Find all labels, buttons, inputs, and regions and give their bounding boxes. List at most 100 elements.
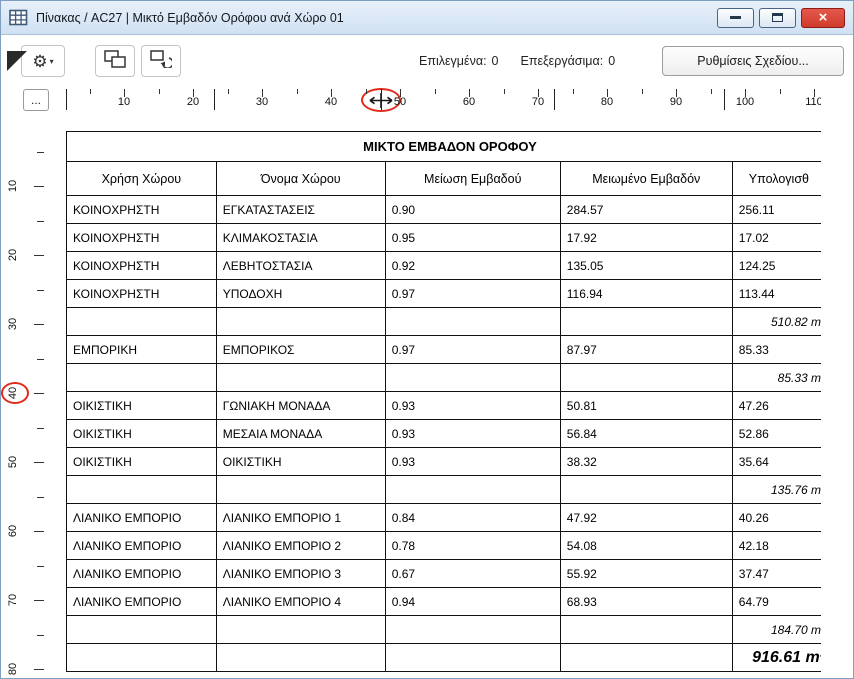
cell[interactable]: 85.33 xyxy=(732,336,821,364)
empty-cell xyxy=(67,308,217,336)
cell[interactable]: 64.79 xyxy=(732,588,821,616)
place-drawing-button[interactable] xyxy=(95,45,135,77)
cell[interactable]: 0.97 xyxy=(385,280,560,308)
frame-refresh-icon xyxy=(150,50,172,73)
cell[interactable]: 116.94 xyxy=(560,280,732,308)
cell[interactable]: 38.32 xyxy=(560,448,732,476)
ruler-tick xyxy=(34,393,44,394)
horizontal-ruler[interactable]: 102030405060708090100110 xyxy=(56,87,821,113)
cell[interactable]: 40.26 xyxy=(732,504,821,532)
cell[interactable]: 0.78 xyxy=(385,532,560,560)
cell[interactable]: 54.08 xyxy=(560,532,732,560)
cell[interactable]: ΚΟΙΝΟΧΡΗΣΤΗ xyxy=(67,224,217,252)
ruler-options-button[interactable]: ... xyxy=(23,89,49,111)
column-boundary-tick[interactable] xyxy=(66,89,67,110)
table-row: ΕΜΠΟΡΙΚΗΕΜΠΟΡΙΚΟΣ0.9787.9785.33 xyxy=(67,336,822,364)
cell[interactable]: ΟΙΚΙΣΤΙΚΗ xyxy=(216,448,385,476)
cell[interactable]: ΚΟΙΝΟΧΡΗΣΤΗ xyxy=(67,280,217,308)
cell[interactable]: ΕΜΠΟΡΙΚΗ xyxy=(67,336,217,364)
column-boundary-tick[interactable] xyxy=(554,89,555,110)
cell[interactable]: ΛΙΑΝΙΚΟ ΕΜΠΟΡΙΟ 3 xyxy=(216,560,385,588)
cell[interactable]: ΟΙΚΙΣΤΙΚΗ xyxy=(67,392,217,420)
cell[interactable]: 0.90 xyxy=(385,196,560,224)
cell[interactable]: 17.92 xyxy=(560,224,732,252)
column-header-reduction[interactable]: Μείωση Εμβαδού xyxy=(385,162,560,196)
cell[interactable]: 55.92 xyxy=(560,560,732,588)
cell[interactable]: 256.11 xyxy=(732,196,821,224)
cell[interactable]: 0.67 xyxy=(385,560,560,588)
cell[interactable]: 0.93 xyxy=(385,392,560,420)
ruler-label: 90 xyxy=(670,96,682,108)
ruler-tick xyxy=(37,497,44,498)
table-row: ΛΙΑΝΙΚΟ ΕΜΠΟΡΙΟΛΙΑΝΙΚΟ ΕΜΠΟΡΙΟ 40.9468.9… xyxy=(67,588,822,616)
cell[interactable]: 0.97 xyxy=(385,336,560,364)
cell[interactable]: ΕΜΠΟΡΙΚΟΣ xyxy=(216,336,385,364)
table-row: ΟΙΚΙΣΤΙΚΗΟΙΚΙΣΤΙΚΗ0.9338.3235.64 xyxy=(67,448,822,476)
maximize-button[interactable] xyxy=(759,8,796,28)
cell[interactable]: ΛΙΑΝΙΚΟ ΕΜΠΟΡΙΟ 1 xyxy=(216,504,385,532)
close-button[interactable]: × xyxy=(801,8,845,28)
cell[interactable]: 35.64 xyxy=(732,448,821,476)
cell[interactable]: 68.93 xyxy=(560,588,732,616)
cell[interactable]: ΥΠΟΔΟΧΗ xyxy=(216,280,385,308)
vertical-ruler[interactable]: ... 1020304050607080 xyxy=(1,87,56,679)
schedule-canvas[interactable]: ΜΙΚΤΟ ΕΜΒΑΔΟΝ ΟΡΟΦΟΥ Χρήση Χώρου Όνομα Χ… xyxy=(56,113,821,679)
cell[interactable]: ΛΕΒΗΤΟΣΤΑΣΙΑ xyxy=(216,252,385,280)
table-row: 916.61 m² xyxy=(67,644,822,672)
close-icon: × xyxy=(819,10,828,25)
drawing-settings-button[interactable]: Ρυθμίσεις Σχεδίου... xyxy=(662,46,844,76)
minimize-button[interactable] xyxy=(717,8,754,28)
column-boundary-tick[interactable] xyxy=(724,89,725,110)
ruler-tick xyxy=(504,89,505,94)
cell[interactable]: ΜΕΣΑΙΑ ΜΟΝΑΔΑ xyxy=(216,420,385,448)
cell[interactable]: ΟΙΚΙΣΤΙΚΗ xyxy=(67,420,217,448)
cell[interactable]: 124.25 xyxy=(732,252,821,280)
editable-value: 0 xyxy=(608,54,615,68)
subtotal-cell: 510.82 m² xyxy=(732,308,821,336)
cell[interactable]: 50.81 xyxy=(560,392,732,420)
titlebar[interactable]: Πίνακας / AC27 | Μικτό Εμβαδόν Ορόφου αν… xyxy=(1,1,853,35)
update-drawing-button[interactable] xyxy=(141,45,181,77)
column-header-calculated[interactable]: Υπολογισθ xyxy=(732,162,821,196)
cell[interactable]: ΚΛΙΜΑΚΟΣΤΑΣΙΑ xyxy=(216,224,385,252)
cell[interactable]: 17.02 xyxy=(732,224,821,252)
cell[interactable]: 52.86 xyxy=(732,420,821,448)
cell[interactable]: ΛΙΑΝΙΚΟ ΕΜΠΟΡΙΟ 2 xyxy=(216,532,385,560)
cell[interactable]: 47.92 xyxy=(560,504,732,532)
cell[interactable]: ΛΙΑΝΙΚΟ ΕΜΠΟΡΙΟ xyxy=(67,532,217,560)
cell[interactable]: 0.93 xyxy=(385,448,560,476)
column-boundary-tick[interactable] xyxy=(214,89,215,110)
cell[interactable]: 113.44 xyxy=(732,280,821,308)
cell[interactable]: 37.47 xyxy=(732,560,821,588)
cell[interactable]: 284.57 xyxy=(560,196,732,224)
ruler-tick xyxy=(642,89,643,94)
table-settings-menu-button[interactable]: ⚙ ▾ xyxy=(21,45,65,77)
cell[interactable]: ΚΟΙΝΟΧΡΗΣΤΗ xyxy=(67,252,217,280)
cell[interactable]: ΛΙΑΝΙΚΟ ΕΜΠΟΡΙΟ 4 xyxy=(216,588,385,616)
cell[interactable]: 0.95 xyxy=(385,224,560,252)
cell[interactable]: 87.97 xyxy=(560,336,732,364)
cell[interactable]: 0.84 xyxy=(385,504,560,532)
cell[interactable]: ΚΟΙΝΟΧΡΗΣΤΗ xyxy=(67,196,217,224)
ruler-tick xyxy=(37,635,44,636)
cell[interactable]: 56.84 xyxy=(560,420,732,448)
cell[interactable]: 0.92 xyxy=(385,252,560,280)
cell[interactable]: 0.93 xyxy=(385,420,560,448)
cell[interactable]: 135.05 xyxy=(560,252,732,280)
column-header-name[interactable]: Όνομα Χώρου xyxy=(216,162,385,196)
cell[interactable]: ΛΙΑΝΙΚΟ ΕΜΠΟΡΙΟ xyxy=(67,588,217,616)
column-header-use[interactable]: Χρήση Χώρου xyxy=(67,162,217,196)
pane-corner-icon xyxy=(7,51,27,71)
cell[interactable]: ΕΓΚΑΤΑΣΤΑΣΕΙΣ xyxy=(216,196,385,224)
cell[interactable]: ΛΙΑΝΙΚΟ ΕΜΠΟΡΙΟ xyxy=(67,560,217,588)
cell[interactable]: 42.18 xyxy=(732,532,821,560)
cell[interactable]: ΓΩΝΙΑΚΗ ΜΟΝΑΔΑ xyxy=(216,392,385,420)
ruler-label: 20 xyxy=(187,96,199,108)
table-grid-icon xyxy=(9,9,28,26)
column-boundary-tick[interactable] xyxy=(381,89,382,110)
column-header-reduced-area[interactable]: Μειωμένο Εμβαδόν xyxy=(560,162,732,196)
cell[interactable]: ΟΙΚΙΣΤΙΚΗ xyxy=(67,448,217,476)
cell[interactable]: 47.26 xyxy=(732,392,821,420)
cell[interactable]: ΛΙΑΝΙΚΟ ΕΜΠΟΡΙΟ xyxy=(67,504,217,532)
cell[interactable]: 0.94 xyxy=(385,588,560,616)
